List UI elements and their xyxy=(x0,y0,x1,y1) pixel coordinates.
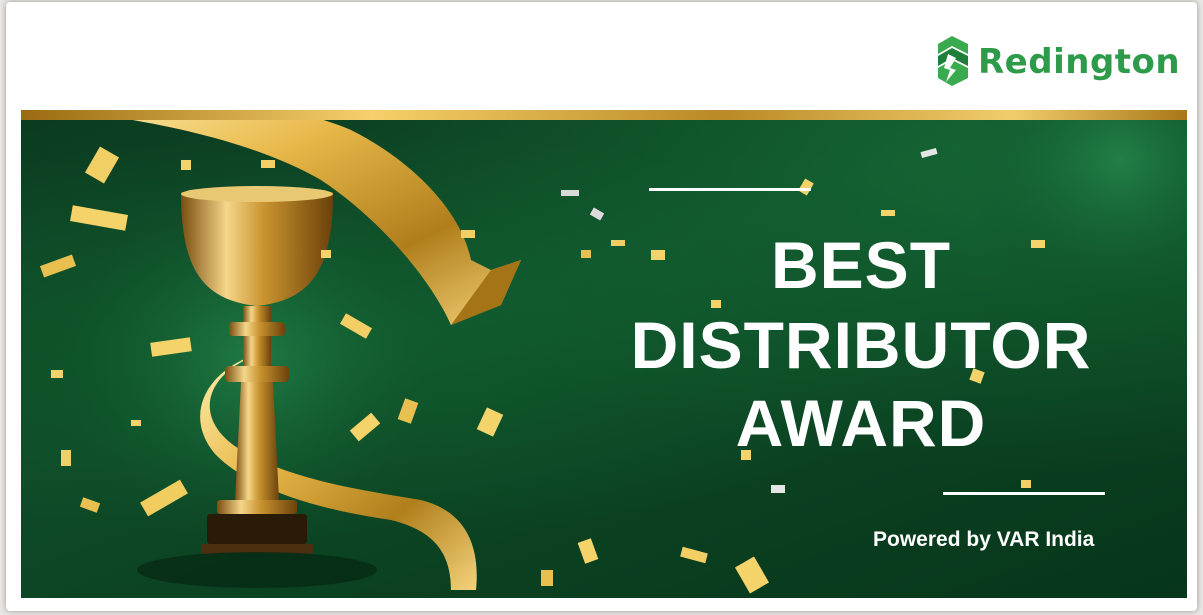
title-rule-top xyxy=(649,188,811,191)
redington-logo-icon xyxy=(938,36,968,86)
gold-divider-bar xyxy=(21,110,1187,120)
powered-by-text: Powered by VAR India xyxy=(873,528,1095,551)
brand-logo: Redington xyxy=(934,32,1180,96)
title-rule-bottom xyxy=(943,492,1105,495)
award-title-line-2: DISTRIBUTOR xyxy=(630,308,1092,382)
award-title-line-3: AWARD xyxy=(735,386,987,460)
award-banner: BEST DISTRIBUTOR AWARD Powered by VAR In… xyxy=(21,120,1187,598)
award-card: Redington BEST DISTRIBUTOR AWARD Powered… xyxy=(6,2,1197,611)
award-title-line-1: BEST xyxy=(770,228,952,302)
brand-name: Redington xyxy=(978,42,1181,82)
